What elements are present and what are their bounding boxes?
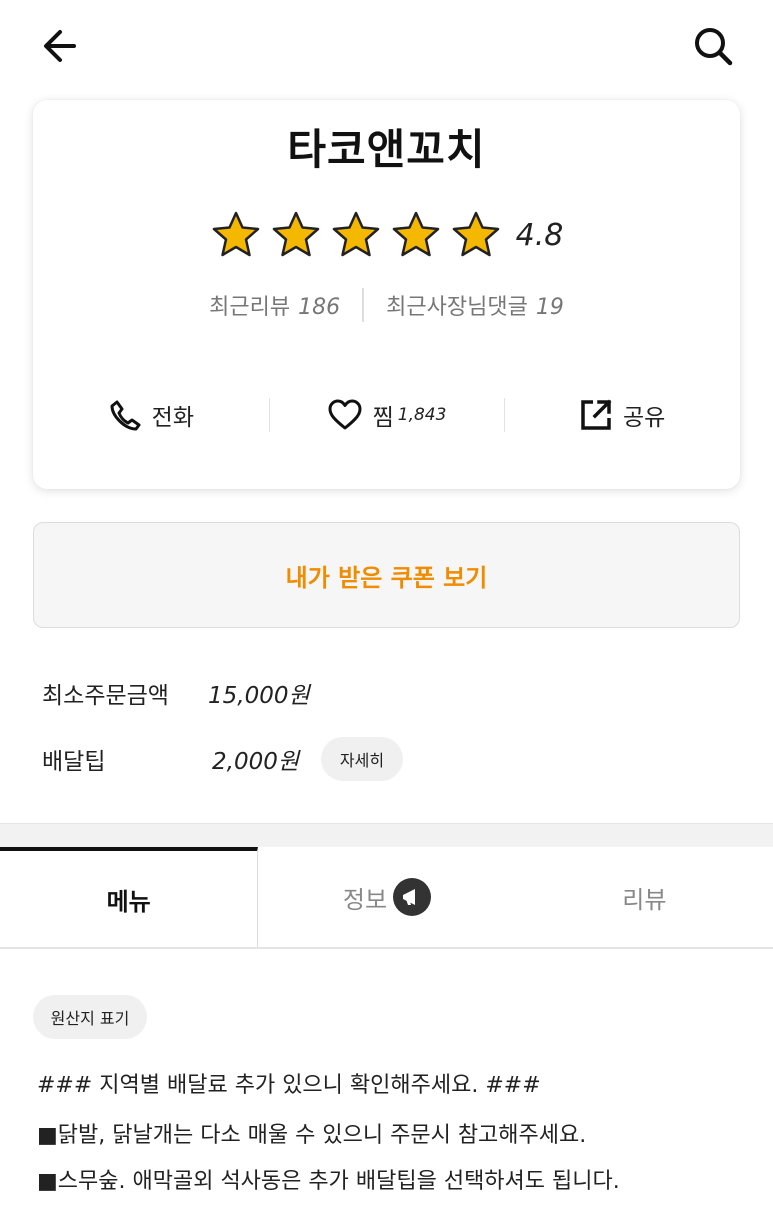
- recent-reviews[interactable]: 최근리뷰 186: [209, 289, 340, 321]
- tab-menu[interactable]: 메뉴: [0, 847, 259, 947]
- store-name: 타코앤꼬치: [287, 125, 486, 174]
- min-order-label: 최소주문금액: [42, 683, 169, 709]
- rating-value: 4.8: [515, 217, 564, 253]
- notice-line: ### 지역별 배달료 추가 있으니 확인해주세요. ###: [37, 1073, 541, 1098]
- top-bar: [0, 0, 773, 90]
- call-button[interactable]: 전화: [33, 382, 269, 448]
- like-label: 찜: [372, 405, 394, 431]
- owner-replies-count: 19: [535, 295, 564, 320]
- review-stats: 최근리뷰 186 최근사장님댓글 19: [0, 288, 773, 322]
- star-icon: [392, 211, 439, 257]
- heart-icon: [328, 399, 362, 430]
- megaphone-icon: [393, 878, 432, 916]
- phone-icon: [110, 400, 141, 431]
- star-icon: [272, 211, 319, 257]
- delivery-tip-value: 2,000원: [212, 749, 300, 775]
- delivery-tip-detail-button[interactable]: 자세히: [321, 737, 403, 781]
- section-divider: [0, 823, 773, 847]
- search-icon: [695, 28, 733, 66]
- notice-line: ■닭발, 닭날개는 다소 매울 수 있으니 주문시 참고해주세요.: [37, 1123, 587, 1148]
- like-button[interactable]: 찜 1,843: [268, 382, 505, 448]
- origin-label-button[interactable]: 원산지 표기: [33, 995, 147, 1039]
- search-button[interactable]: [688, 22, 738, 70]
- recent-reviews-label: 최근리뷰: [209, 295, 291, 320]
- share-icon: [581, 399, 612, 430]
- share-button[interactable]: 공유: [504, 382, 740, 448]
- like-count: 1,843: [397, 405, 447, 425]
- owner-replies[interactable]: 최근사장님댓글 19: [386, 289, 564, 321]
- star-icon: [452, 211, 499, 257]
- arrow-left-icon: [44, 30, 76, 62]
- min-order-value: 15,000원: [208, 683, 310, 709]
- tab-info-label: 정보: [342, 885, 388, 914]
- owner-replies-label: 최근사장님댓글: [386, 295, 528, 320]
- recent-reviews-count: 186: [298, 295, 341, 320]
- tab-menu-label: 메뉴: [106, 887, 151, 916]
- view-coupons-button[interactable]: 내가 받은 쿠폰 보기: [33, 522, 740, 628]
- tab-review-label: 리뷰: [622, 885, 667, 914]
- star-icon: [332, 211, 379, 257]
- back-button[interactable]: [36, 22, 84, 70]
- divider: [362, 288, 365, 322]
- delivery-tip-label: 배달팁: [42, 749, 106, 775]
- tab-bar: 메뉴 정보 리뷰: [0, 847, 773, 949]
- tab-info[interactable]: 정보: [258, 847, 515, 947]
- tab-review[interactable]: 리뷰: [516, 847, 773, 947]
- call-label: 전화: [151, 405, 194, 431]
- star-rating: [210, 209, 502, 261]
- star-icon: [212, 211, 259, 257]
- action-row: 전화 찜 1,843 공유: [33, 382, 740, 448]
- rating-row: 4.8: [0, 205, 773, 265]
- notice-line: ■스무숲. 애막골외 석사동은 추가 배달팁을 선택하셔도 됩니다.: [37, 1169, 620, 1194]
- share-label: 공유: [623, 405, 666, 431]
